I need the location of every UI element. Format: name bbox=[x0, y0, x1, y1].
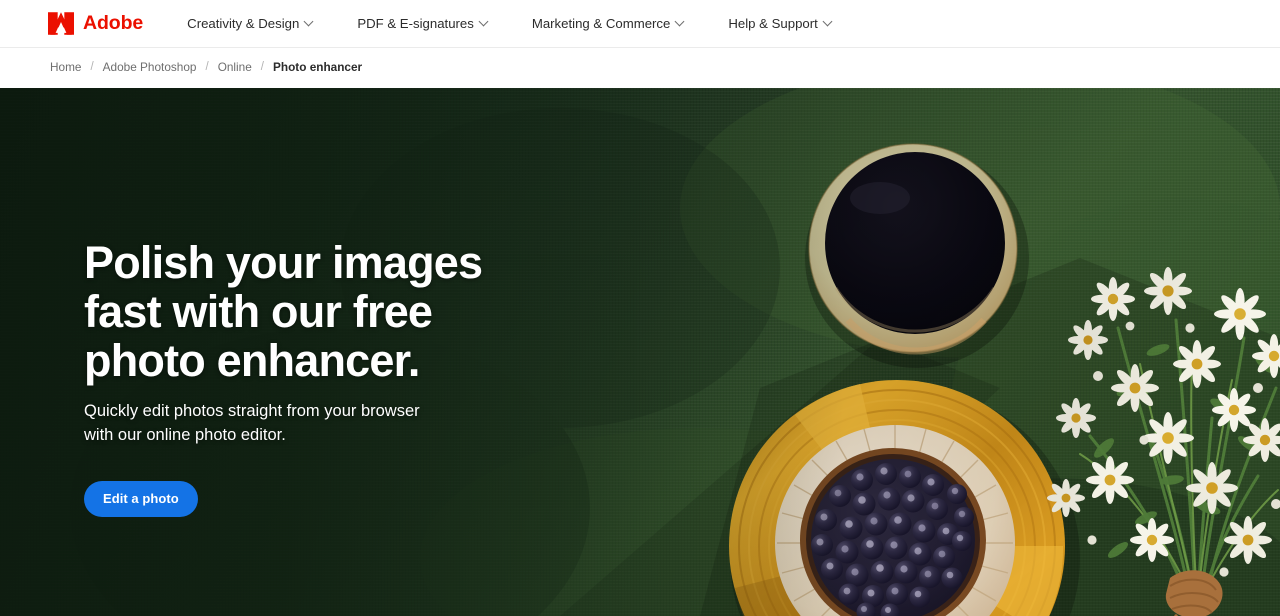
hero-headline-line-2: fast with our free bbox=[84, 286, 433, 337]
global-navigation-bar: Adobe Creativity & Design PDF & E-signat… bbox=[0, 0, 1280, 48]
nav-item-label: PDF & E-signatures bbox=[357, 15, 474, 31]
breadcrumb: Home / Adobe Photoshop / Online / Photo … bbox=[50, 60, 363, 75]
nav-item-help-support[interactable]: Help & Support bbox=[728, 11, 832, 36]
hero-headline-line-1: Polish your images bbox=[84, 237, 483, 288]
nav-item-pdf-esignatures[interactable]: PDF & E-signatures bbox=[357, 11, 489, 36]
chevron-down-icon bbox=[824, 18, 833, 27]
adobe-a-mark-icon bbox=[48, 12, 74, 35]
edit-a-photo-button[interactable]: Edit a photo bbox=[84, 481, 198, 517]
breadcrumb-bar: Home / Adobe Photoshop / Online / Photo … bbox=[0, 48, 1280, 88]
breadcrumb-item-photo-enhancer: Photo enhancer bbox=[273, 60, 363, 75]
nav-item-marketing-commerce[interactable]: Marketing & Commerce bbox=[532, 11, 686, 36]
hero-copy-block: Polish your images fast with our free ph… bbox=[84, 238, 514, 517]
breadcrumb-item-adobe-photoshop[interactable]: Adobe Photoshop bbox=[103, 61, 197, 74]
chevron-down-icon bbox=[305, 18, 314, 27]
adobe-wordmark: Adobe bbox=[83, 11, 144, 34]
hero-banner: Polish your images fast with our free ph… bbox=[0, 88, 1280, 616]
breadcrumb-separator: / bbox=[260, 61, 264, 74]
breadcrumb-separator: / bbox=[90, 61, 94, 74]
nav-item-label: Marketing & Commerce bbox=[531, 15, 671, 31]
breadcrumb-item-home[interactable]: Home bbox=[50, 61, 81, 74]
hero-subheadline: Quickly edit photos straight from your b… bbox=[84, 402, 420, 444]
hero-headline: Polish your images fast with our free ph… bbox=[84, 238, 514, 385]
chevron-down-icon bbox=[480, 18, 489, 27]
primary-nav: Creativity & Design PDF & E-signatures M… bbox=[187, 11, 876, 36]
nav-item-label: Creativity & Design bbox=[187, 15, 300, 31]
breadcrumb-separator: / bbox=[205, 61, 209, 74]
nav-item-label: Help & Support bbox=[728, 15, 818, 31]
page-root: Adobe Creativity & Design PDF & E-signat… bbox=[0, 0, 1280, 616]
breadcrumb-item-online[interactable]: Online bbox=[218, 61, 252, 74]
nav-item-creativity-design[interactable]: Creativity & Design bbox=[187, 11, 314, 36]
hero-headline-line-3: photo enhancer. bbox=[84, 335, 420, 386]
chevron-down-icon bbox=[676, 18, 685, 27]
adobe-logo-link[interactable]: Adobe bbox=[48, 12, 143, 35]
